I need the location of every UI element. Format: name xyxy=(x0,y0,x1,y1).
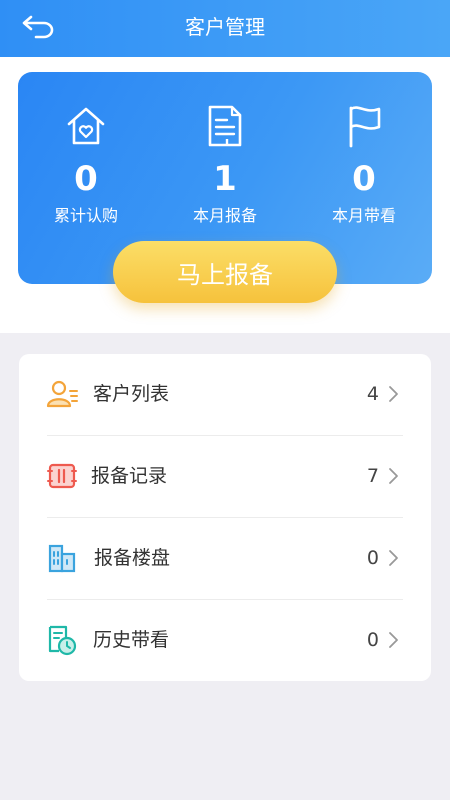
history-view-icon xyxy=(46,624,78,656)
stat-monthly-reports[interactable]: 1 本月报备 xyxy=(165,102,285,226)
menu-item-report-records[interactable]: 报备记录 7 xyxy=(19,436,431,518)
app-header: 客户管理 xyxy=(0,0,450,57)
stat-value: 0 xyxy=(352,159,376,199)
menu-item-history-visits[interactable]: 历史带看 0 xyxy=(19,600,431,682)
menu-item-label: 报备记录 xyxy=(91,465,168,487)
chevron-right-icon xyxy=(389,632,398,648)
stat-label: 本月带看 xyxy=(331,206,396,225)
menu-item-report-buildings[interactable]: 报备楼盘 0 xyxy=(19,518,431,600)
menu-item-label: 客户列表 xyxy=(93,383,170,405)
stat-label: 本月报备 xyxy=(192,206,257,225)
flag-icon xyxy=(304,102,424,150)
menu-item-count: 4 xyxy=(366,383,379,405)
stat-total-subscriptions[interactable]: 0 累计认购 xyxy=(26,102,146,226)
menu-list: 客户列表 4 报备记录 7 报备楼盘 0 历史带看 0 xyxy=(19,354,431,681)
chevron-right-icon xyxy=(389,386,398,402)
stat-monthly-visits[interactable]: 0 本月带看 xyxy=(304,102,424,226)
document-icon xyxy=(165,102,285,150)
menu-item-label: 历史带看 xyxy=(93,629,170,651)
menu-item-count: 7 xyxy=(366,465,379,487)
stat-value: 0 xyxy=(74,159,98,199)
stat-value: 1 xyxy=(213,159,237,199)
menu-item-label: 报备楼盘 xyxy=(94,547,171,569)
report-now-button[interactable]: 马上报备 xyxy=(113,241,337,303)
page-title: 客户管理 xyxy=(185,15,265,39)
menu-item-customer-list[interactable]: 客户列表 4 xyxy=(19,354,431,436)
report-record-icon xyxy=(46,460,78,492)
chevron-right-icon xyxy=(389,468,398,484)
chevron-right-icon xyxy=(389,550,398,566)
building-icon xyxy=(46,542,78,574)
home-heart-icon xyxy=(26,102,146,150)
stat-label: 累计认购 xyxy=(53,206,118,225)
customer-list-icon xyxy=(46,378,78,410)
menu-item-count: 0 xyxy=(366,547,379,569)
menu-item-count: 0 xyxy=(366,629,379,651)
